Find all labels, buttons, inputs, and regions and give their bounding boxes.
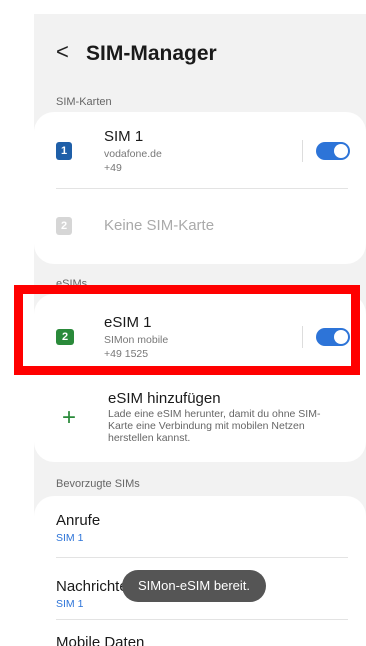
toast-message: SIMon-eSIM bereit. xyxy=(122,570,266,602)
esims-card: 2 eSIM 1 SIMon mobile +49 1525 + eSIM hi… xyxy=(34,294,366,462)
toggle-knob xyxy=(334,330,348,344)
sim-manager-screen: < SIM-Manager SIM-Karten 1 SIM 1 vodafon… xyxy=(34,14,366,646)
page-title: SIM-Manager xyxy=(86,42,217,65)
toggle-knob xyxy=(334,144,348,158)
esim1-row[interactable]: 2 eSIM 1 SIMon mobile +49 1525 xyxy=(34,294,366,380)
section-label-esims: eSIMs xyxy=(56,278,88,290)
sim1-operator: vodafone.de xyxy=(104,148,162,160)
esim1-toggle[interactable] xyxy=(316,328,350,346)
header: < SIM-Manager xyxy=(34,36,366,68)
divider xyxy=(302,326,303,348)
add-esim-description: Lade eine eSIM herunter, damit du ohne S… xyxy=(108,408,321,444)
sim2-row[interactable]: 2 Keine SIM-Karte xyxy=(34,189,366,264)
sim1-name: SIM 1 xyxy=(104,128,144,145)
section-label-preferred-sims: Bevorzugte SIMs xyxy=(56,478,140,490)
divider xyxy=(302,140,303,162)
sim1-toggle[interactable] xyxy=(316,142,350,160)
calls-label: Anrufe xyxy=(56,512,101,529)
esim1-operator: SIMon mobile xyxy=(104,334,169,346)
plus-icon: + xyxy=(62,404,77,431)
preferred-mobile-data-row[interactable]: Mobile Daten xyxy=(34,620,366,646)
messages-value: SIM 1 xyxy=(56,598,84,610)
mobile-data-label: Mobile Daten xyxy=(56,634,145,646)
add-esim-title: eSIM hinzufügen xyxy=(108,390,221,407)
preferred-calls-row[interactable]: Anrufe SIM 1 xyxy=(34,496,366,556)
sim1-row[interactable]: 1 SIM 1 vodafone.de +49 xyxy=(34,112,366,188)
esim1-number: +49 1525 xyxy=(104,348,149,360)
calls-value: SIM 1 xyxy=(56,532,84,544)
sim-cards-card: 1 SIM 1 vodafone.de +49 2 Keine SIM-Kart… xyxy=(34,112,366,264)
back-arrow-icon[interactable]: < xyxy=(56,40,69,64)
section-label-sim-cards: SIM-Karten xyxy=(56,96,112,108)
sim2-empty-label: Keine SIM-Karte xyxy=(104,217,215,234)
sim-card-icon: 1 xyxy=(56,142,72,160)
sim1-number: +49 xyxy=(104,162,122,174)
esim-icon: 2 xyxy=(56,329,74,345)
add-esim-row[interactable]: + eSIM hinzufügen Lade eine eSIM herunte… xyxy=(34,390,366,462)
esim1-name: eSIM 1 xyxy=(104,314,152,331)
sim-card-icon: 2 xyxy=(56,217,72,235)
